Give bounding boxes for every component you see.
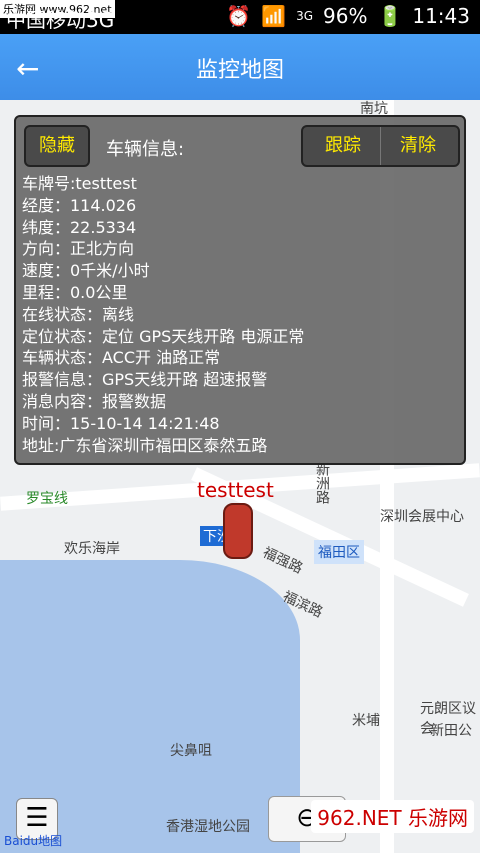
info-mileage: 里程：0.0公里 [22,282,128,302]
wifi-icon: 📶 [261,4,287,28]
page-title: 监控地图 [195,58,284,83]
map-label: 深圳会展中心 [380,509,464,525]
status-right: ⏰ 📶 3G 96% 🔋 11:43 [226,4,470,28]
network-type: 3G [296,9,313,23]
battery-percent: 96% [323,4,368,28]
battery-icon: 🔋 [377,4,403,28]
map-label: 米埔 [352,713,380,729]
track-clear-group: 跟踪 清除 [301,125,460,167]
map-label: 欢乐海岸 [64,541,120,557]
info-alarm: 报警信息：GPS天线开路 超速报警 [22,370,268,390]
info-positioning: 定位状态：定位 GPS天线开路 电源正常 [22,326,305,346]
info-plate: 车牌号:testtest [22,174,137,193]
status-bar: 乐游网 www.962.net 中国移动3G ⏰ 📶 3G 96% 🔋 11:4… [0,0,480,34]
app-bar: ← 监控地图 [0,34,480,100]
info-address: 地址:广东省深圳市福田区泰然五路 [22,435,268,455]
vehicle-info-list: 车牌号:testtest 经度：114.026 纬度：22.5334 方向：正北… [22,173,458,456]
map-label: 新田公 [430,723,472,739]
alarm-icon: ⏰ [226,4,252,28]
info-speed: 速度：0千米/小时 [22,261,150,281]
vehicle-info-panel: 隐藏 车辆信息: 跟踪 清除 车牌号:testtest 经度：114.026 纬度… [14,115,466,465]
track-button[interactable]: 跟踪 [306,127,381,165]
clear-button[interactable]: 清除 [381,127,455,165]
map-label: 新洲路 [314,462,330,504]
info-message: 消息内容：报警数据 [22,391,167,411]
map-label: 福田区 [314,540,364,564]
info-online: 在线状态：离线 [22,304,135,324]
car-marker-icon[interactable] [223,503,253,559]
info-direction: 方向：正北方向 [22,239,135,259]
map-label: 尖鼻咀 [170,743,212,759]
map-label: 罗宝线 [26,491,68,507]
carrier-label: 中国移动3G [6,8,115,32]
car-label: testtest [197,478,274,502]
map-label: 福强路 [260,544,305,578]
info-longitude: 经度：114.026 [22,195,137,215]
clock: 11:43 [412,4,470,28]
hide-button[interactable]: 隐藏 [24,125,90,167]
vehicle-info-label: 车辆信息: [106,139,185,160]
info-time: 时间：15-10-14 14:21:48 [22,413,220,433]
info-vehicle-state: 车辆状态：ACC开 油路正常 [22,348,221,368]
baidu-logo: Baidu地图 [4,834,63,848]
map-label: 香港湿地公园 [166,819,250,835]
info-latitude: 纬度：22.5334 [22,217,137,237]
watermark-bottom: 962.NET 乐游网 [311,800,474,833]
